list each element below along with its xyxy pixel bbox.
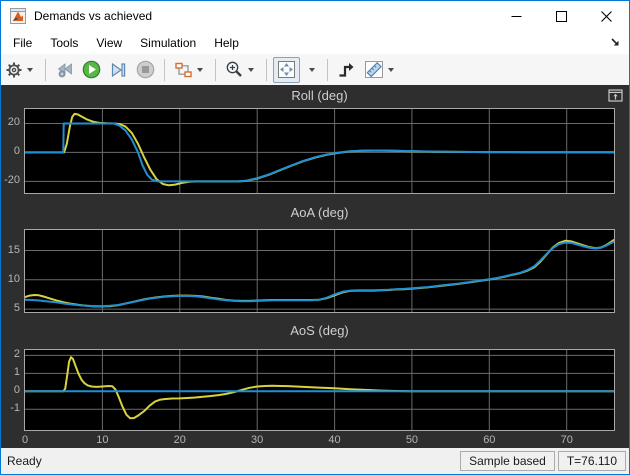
chart-canvas-aoa[interactable] bbox=[24, 229, 615, 313]
y-tick-label: 15 bbox=[7, 243, 20, 256]
toolbar-separator bbox=[164, 58, 165, 81]
x-tick-label: 60 bbox=[483, 434, 496, 446]
scope-window: Demands vs achieved File Tools View Simu… bbox=[0, 0, 630, 475]
run-icon bbox=[82, 60, 101, 79]
dock-arrow-icon[interactable] bbox=[609, 36, 621, 48]
measurements-ruler-icon bbox=[365, 61, 383, 78]
settings-gear-icon bbox=[6, 62, 22, 77]
zoom-in-button[interactable] bbox=[222, 58, 260, 82]
title-bar: Demands vs achieved bbox=[1, 1, 629, 31]
step-forward-icon bbox=[111, 62, 126, 77]
run-button[interactable] bbox=[79, 58, 104, 82]
trigger-icon bbox=[339, 62, 354, 77]
chevron-down-icon bbox=[388, 67, 394, 72]
y-tick-label: 20 bbox=[7, 116, 20, 129]
highlight-block-icon bbox=[175, 62, 192, 77]
step-back-icon bbox=[57, 62, 72, 77]
close-button[interactable] bbox=[584, 1, 629, 31]
minimize-icon bbox=[511, 15, 522, 17]
menu-view[interactable]: View bbox=[87, 33, 131, 53]
y-tick-label: 10 bbox=[7, 272, 20, 285]
menu-simulation[interactable]: Simulation bbox=[131, 33, 205, 53]
minimize-button[interactable] bbox=[494, 1, 539, 31]
chart-title-aos: AoS (deg) bbox=[290, 323, 349, 338]
y-tick-label: -20 bbox=[4, 174, 20, 187]
plot-area: Roll (deg) AoA (deg) AoS (deg) -20 0 20 5 10… bbox=[1, 85, 629, 448]
y-tick-label: 0 bbox=[13, 384, 20, 397]
measurements-button[interactable] bbox=[361, 58, 400, 82]
y-tick-label: 1 bbox=[13, 366, 20, 379]
menu-help[interactable]: Help bbox=[205, 33, 248, 53]
y-tick-label: 0 bbox=[13, 145, 20, 158]
chevron-down-icon bbox=[27, 67, 33, 72]
fit-to-view-button[interactable] bbox=[273, 56, 300, 83]
toolbar-separator bbox=[327, 58, 328, 81]
x-tick-label: 20 bbox=[173, 434, 186, 446]
menu-bar: File Tools View Simulation Help bbox=[1, 31, 629, 55]
toolbar-separator bbox=[45, 58, 46, 81]
matlab-scope-icon bbox=[10, 8, 26, 24]
toolbar bbox=[1, 54, 629, 86]
window-controls bbox=[494, 1, 629, 31]
chart-title-aoa: AoA (deg) bbox=[290, 205, 349, 220]
toolbar-separator bbox=[215, 58, 216, 81]
x-tick-label: 10 bbox=[96, 434, 109, 446]
close-icon bbox=[601, 10, 612, 22]
zoom-in-icon bbox=[226, 61, 242, 77]
chart-canvas-roll[interactable] bbox=[24, 108, 615, 194]
menu-file[interactable]: File bbox=[4, 33, 41, 53]
chart-canvas-aos[interactable] bbox=[24, 349, 615, 431]
stop-icon bbox=[136, 60, 155, 79]
status-bar: Ready Sample based T=76.110 bbox=[1, 448, 629, 474]
y-tick-label: 5 bbox=[13, 302, 20, 315]
status-mode-badge: Sample based bbox=[460, 451, 555, 471]
x-tick-label: 30 bbox=[251, 434, 264, 446]
stop-button[interactable] bbox=[133, 58, 158, 82]
toolbar-separator bbox=[266, 58, 267, 81]
settings-button[interactable] bbox=[2, 58, 39, 82]
x-tick-label: 0 bbox=[21, 434, 29, 446]
x-tick-label: 70 bbox=[560, 434, 573, 446]
y-tick-label: 2 bbox=[13, 348, 20, 361]
maximize-icon bbox=[556, 10, 567, 22]
fit-to-view-icon bbox=[278, 61, 295, 78]
chart-title-roll: Roll (deg) bbox=[291, 88, 348, 103]
window-title: Demands vs achieved bbox=[34, 9, 153, 23]
highlight-block-button[interactable] bbox=[171, 58, 209, 82]
menu-tools[interactable]: Tools bbox=[41, 33, 87, 53]
step-back-button[interactable] bbox=[52, 58, 77, 82]
trigger-button[interactable] bbox=[334, 58, 359, 82]
maximize-button[interactable] bbox=[539, 1, 584, 31]
chevron-down-icon bbox=[309, 67, 315, 72]
step-forward-button[interactable] bbox=[106, 58, 131, 82]
x-tick-label: 40 bbox=[328, 434, 341, 446]
fit-to-view-options-button[interactable] bbox=[302, 58, 321, 82]
x-tick-label: 50 bbox=[405, 434, 419, 446]
chevron-down-icon bbox=[248, 67, 254, 72]
chevron-down-icon bbox=[197, 67, 203, 72]
status-time-badge: T=76.110 bbox=[557, 451, 626, 471]
status-text: Ready bbox=[7, 454, 42, 468]
y-tick-label: -1 bbox=[10, 402, 20, 415]
